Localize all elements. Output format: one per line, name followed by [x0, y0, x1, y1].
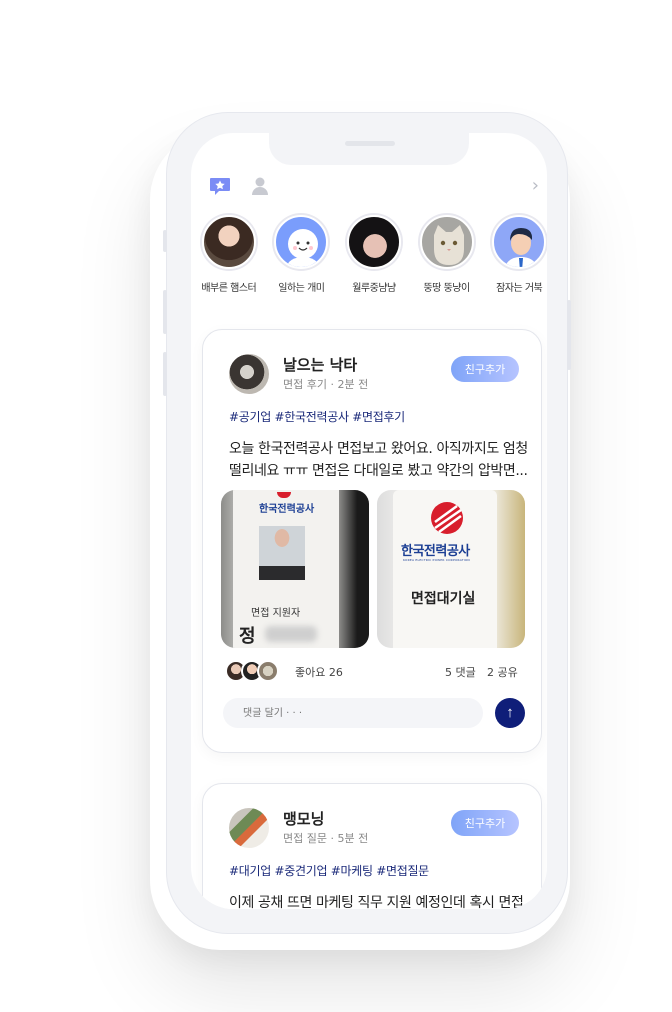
post-avatar[interactable]: [229, 354, 269, 394]
post-card: 맹모닝 면접 질문 · 5분 전 친구추가 #대기업 #중견기업 #마케팅 #면…: [202, 783, 542, 909]
post-username[interactable]: 맹모닝: [283, 808, 324, 829]
chevron-right-icon[interactable]: ›: [532, 175, 539, 197]
ant-character: [287, 229, 320, 267]
top-bar: ›: [191, 173, 547, 199]
post-body-line: 오늘 한국전력공사 면접보고 왔어요. 아직까지도 엄청: [229, 441, 528, 457]
likes-count[interactable]: 좋아요 26: [295, 664, 343, 680]
post-hashtags[interactable]: #대기업 #중견기업 #마케팅 #면접질문: [229, 862, 429, 879]
story-item[interactable]: 뚱땅 뚱냥이: [419, 215, 475, 295]
kepco-logo: [431, 502, 463, 534]
story-item[interactable]: 잠자는 거북: [491, 215, 547, 295]
badge-portrait: [259, 526, 305, 580]
shares-count[interactable]: 2 공유: [487, 664, 518, 680]
phone-screen: › 배부른 햄스터 일하는 개미 월루중냠냠 뚱땅 뚱냥이 잠자는 거북 날으는…: [191, 133, 547, 909]
phone-side-button: [163, 352, 167, 396]
post-meta: 면접 후기 · 2분 전: [283, 378, 369, 391]
comments-count[interactable]: 5 댓글: [445, 664, 476, 680]
banner-label: 면접대기실: [411, 591, 476, 607]
banner-org-english: KOREA ELECTRIC POWER CORPORATION: [403, 558, 470, 562]
stories-row: 배부른 햄스터 일하는 개미 월루중냠냠 뚱땅 뚱냥이 잠자는 거북: [201, 215, 547, 295]
liker-avatar[interactable]: [257, 660, 279, 682]
cat-photo: [433, 225, 464, 265]
story-name: 뚱땅 뚱냥이: [423, 283, 470, 294]
phone-side-button: [163, 290, 167, 334]
story-avatar: [201, 215, 256, 269]
post-hashtags[interactable]: #공기업 #한국전력공사 #면접후기: [229, 408, 405, 425]
person-icon[interactable]: [249, 175, 271, 197]
story-name: 일하는 개미: [278, 283, 325, 294]
story-name: 배부른 햄스터: [201, 283, 257, 294]
post-body-line: 떨리네요 ㅠㅠ 면접은 다대일로 봤고 약간의 압박면...: [229, 463, 528, 479]
star-chat-icon[interactable]: [209, 175, 231, 197]
post-body[interactable]: 이제 공채 뜨면 마케팅 직무 지원 예정인데 혹시 면접: [229, 892, 529, 909]
arrow-up-icon: ↑: [506, 704, 514, 721]
story-name: 잠자는 거북: [496, 283, 543, 294]
story-avatar: [274, 215, 329, 269]
phone-side-button: [567, 300, 571, 370]
badge-name-blur: [265, 626, 317, 642]
post-photo[interactable]: 한국전력공사 면접 지원자 정: [221, 490, 369, 648]
phone-side-button: [163, 230, 167, 252]
post-card: 날으는 낙타 면접 후기 · 2분 전 친구추가 #공기업 #한국전력공사 #면…: [202, 329, 542, 753]
notch: [269, 133, 469, 165]
post-body-line: 이제 공채 뜨면 마케팅 직무 지원 예정인데 혹시 면접: [229, 895, 524, 909]
reactions-row: 좋아요 26 5 댓글 2 공유: [225, 660, 525, 684]
post-photo[interactable]: 한국전력공사 KOREA ELECTRIC POWER CORPORATION …: [377, 490, 525, 648]
post-meta: 면접 질문 · 5분 전: [283, 832, 369, 845]
story-avatar: [492, 215, 547, 269]
story-item[interactable]: 배부른 햄스터: [201, 215, 257, 295]
post-username[interactable]: 날으는 낙타: [283, 354, 357, 375]
banner-org-text: 한국전력공사: [401, 544, 470, 559]
add-friend-button[interactable]: 친구추가: [451, 810, 519, 836]
story-item[interactable]: 월루중냠냠: [346, 215, 402, 295]
story-avatar: [419, 215, 474, 269]
post-avatar[interactable]: [229, 808, 269, 848]
badge-org-text: 한국전력공사: [259, 504, 315, 515]
man-character: [505, 228, 538, 267]
speaker: [345, 141, 395, 146]
story-name: 월루중냠냠: [352, 283, 396, 294]
post-body[interactable]: 오늘 한국전력공사 면접보고 왔어요. 아직까지도 엄청 떨리네요 ㅠㅠ 면접은…: [229, 438, 529, 482]
story-item[interactable]: 일하는 개미: [274, 215, 330, 295]
add-friend-button[interactable]: 친구추가: [451, 356, 519, 382]
badge-label: 면접 지원자: [251, 608, 301, 619]
send-comment-button[interactable]: ↑: [495, 698, 525, 728]
badge-name: 정: [239, 626, 256, 647]
story-avatar: [346, 215, 401, 269]
comment-input[interactable]: [223, 698, 483, 728]
